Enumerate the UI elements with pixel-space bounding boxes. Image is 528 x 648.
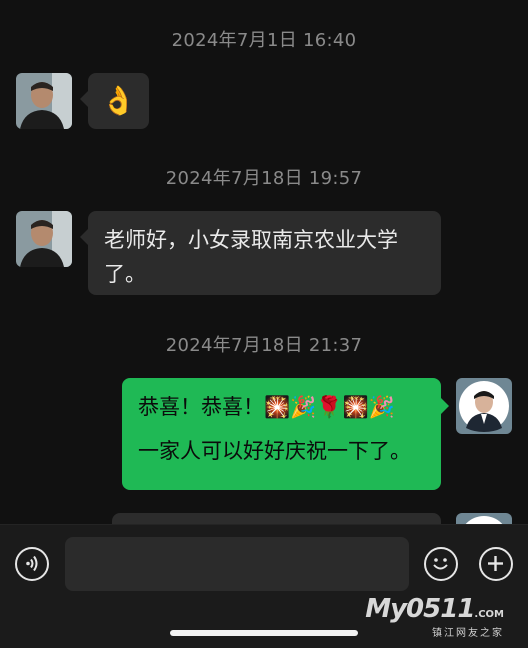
emoji-icon[interactable]	[424, 547, 458, 581]
home-indicator[interactable]	[170, 630, 358, 636]
watermark: My0511.COM 镇江网友之家	[365, 594, 504, 639]
voice-icon[interactable]	[15, 547, 49, 581]
message-text-line: 一家人可以好好庆祝一下了。	[138, 439, 411, 463]
my-avatar[interactable]	[456, 378, 512, 434]
message-text-line: 了。	[104, 262, 146, 286]
plus-icon[interactable]	[479, 547, 513, 581]
timestamp: 2024年7月18日 19:57	[165, 168, 363, 189]
message-text-line: 老师好，小女录取南京农业大学	[104, 228, 398, 252]
watermark-logo: My0511	[365, 594, 475, 624]
watermark-subtitle: 镇江网友之家	[432, 628, 504, 639]
contact-avatar[interactable]	[16, 73, 72, 129]
message-bubble-received[interactable]: 老师好，小女录取南京农业大学 了。	[80, 211, 441, 295]
ok-hand-emoji: 👌	[101, 84, 136, 117]
timestamp: 2024年7月1日 16:40	[171, 30, 357, 51]
message-input[interactable]	[65, 537, 409, 591]
message-text-line: 恭喜！恭喜！🎇🎉🌹🎇🎉	[138, 395, 395, 419]
contact-avatar[interactable]	[16, 211, 72, 267]
timestamp: 2024年7月18日 21:37	[165, 335, 363, 356]
message-bubble-sent[interactable]: 恭喜！恭喜！🎇🎉🌹🎇🎉 一家人可以好好庆祝一下了。	[122, 378, 449, 490]
message-text-line	[138, 424, 425, 434]
watermark-domain: .COM	[474, 609, 504, 620]
message-bubble-received[interactable]: 👌	[80, 73, 149, 129]
